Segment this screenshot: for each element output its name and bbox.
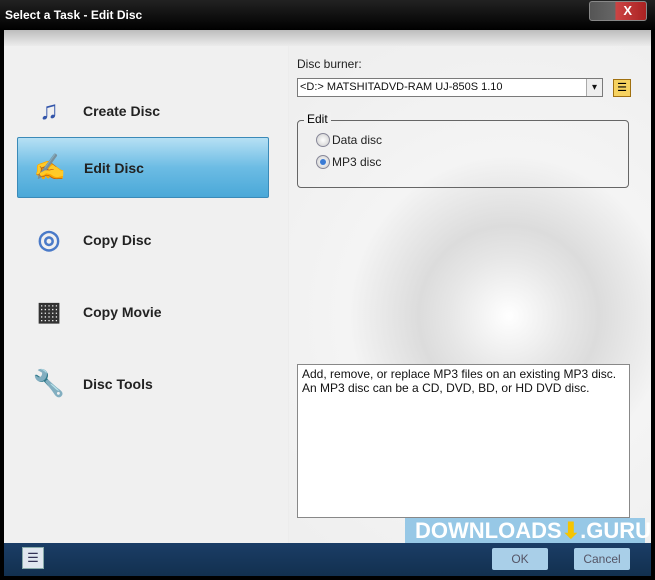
task-description: Add, remove, or replace MP3 files on an … (297, 364, 630, 518)
edit-disc-icon: ✍ (33, 152, 67, 182)
screwdriver-icon: 🔧 (32, 368, 66, 398)
radio-circle[interactable] (316, 155, 330, 169)
radio-label: MP3 disc (332, 155, 382, 169)
chevron-down-icon[interactable]: ▾ (586, 79, 602, 96)
task-disc-tools[interactable]: 🔧 Disc Tools (17, 353, 269, 414)
task-label: Copy Movie (83, 303, 162, 320)
disc-burner-label: Disc burner: (297, 57, 362, 71)
menu-icon[interactable]: ☰ (22, 547, 44, 569)
watermark-text: DOWNLOADS (415, 518, 562, 543)
edit-group-title: Edit (304, 112, 331, 126)
edit-group: Edit Data disc MP3 disc (297, 112, 629, 188)
task-edit-disc[interactable]: ✍ Edit Disc (17, 137, 269, 198)
watermark-text: .GURU (580, 518, 651, 543)
task-list: ♫ Create Disc ✍ Edit Disc ◎ Copy Disc ▦ Copy… (4, 46, 288, 543)
top-shade (4, 30, 651, 46)
task-label: Edit Disc (84, 159, 144, 176)
close-button[interactable]: X (589, 1, 647, 21)
ok-button[interactable]: OK (492, 548, 548, 570)
task-label: Copy Disc (83, 231, 152, 248)
radio-label: Data disc (332, 133, 383, 147)
disc-burner-select[interactable]: <D:> MATSHITADVD-RAM UJ-850S 1.10 ▾ (297, 78, 603, 97)
task-label: Disc Tools (83, 375, 153, 392)
disc-burner-value: <D:> MATSHITADVD-RAM UJ-850S 1.10 (300, 81, 503, 93)
create-disc-icon: ♫ (39, 95, 59, 125)
footer-bar: ☰ OK Cancel (4, 543, 651, 576)
cancel-button[interactable]: Cancel (574, 548, 630, 570)
radio-circle[interactable] (316, 133, 330, 147)
radio-data-disc[interactable]: Data disc (316, 133, 382, 147)
burner-properties-icon[interactable]: ☰ (613, 79, 631, 97)
task-label: Create Disc (83, 102, 161, 119)
title-bar: Select a Task - Edit Disc X (0, 0, 655, 30)
copy-disc-icon: ◎ (37, 224, 61, 254)
film-icon: ▦ (36, 296, 62, 326)
radio-mp3-disc[interactable]: MP3 disc (316, 155, 381, 169)
download-arrow-icon: ⬇ (561, 518, 581, 543)
task-create-disc[interactable]: ♫ Create Disc (17, 80, 269, 141)
task-copy-movie[interactable]: ▦ Copy Movie (17, 281, 269, 342)
task-copy-disc[interactable]: ◎ Copy Disc (17, 209, 269, 270)
window-title: Select a Task - Edit Disc (5, 8, 143, 22)
watermark: DOWNLOADS⬇.GURU (405, 518, 651, 543)
